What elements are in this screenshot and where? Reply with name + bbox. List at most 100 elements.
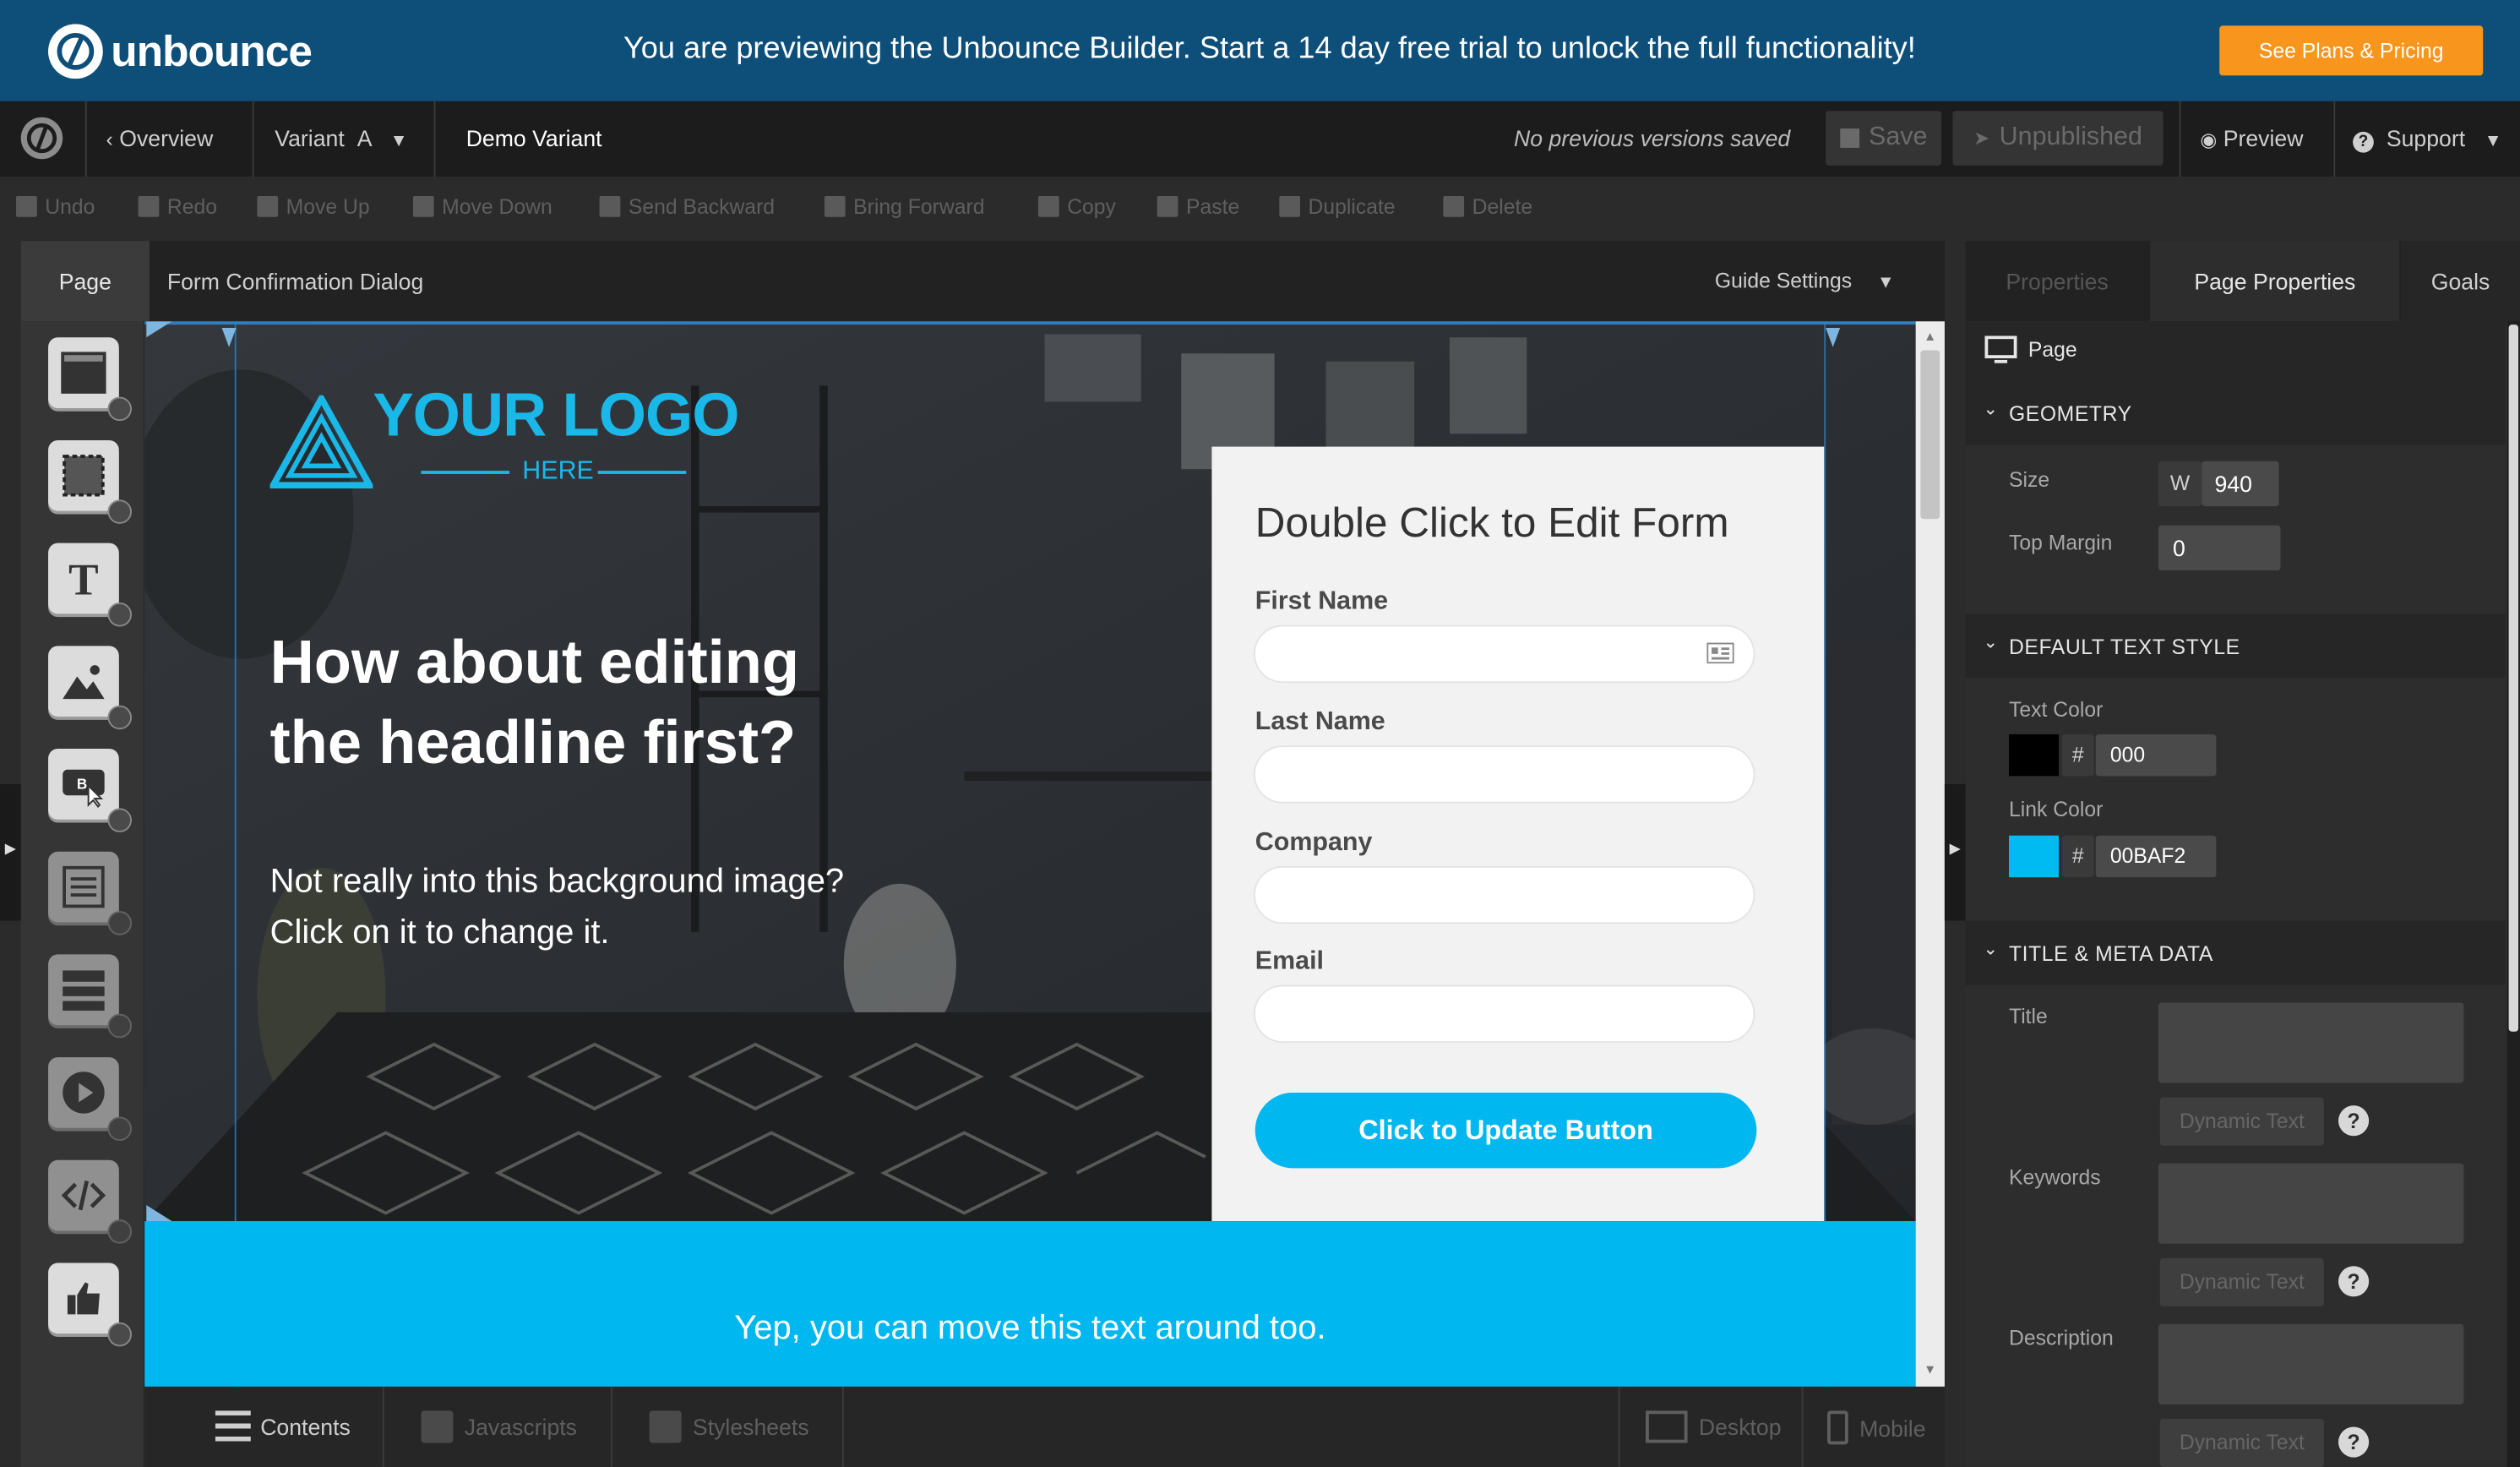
see-plans-button[interactable]: See Plans & Pricing xyxy=(2219,25,2484,76)
delete-button[interactable]: Delete xyxy=(1443,194,1532,219)
home-button[interactable] xyxy=(0,101,85,177)
redo-button[interactable]: Redo xyxy=(138,194,217,219)
right-panel-toggle[interactable]: ▶ xyxy=(1944,783,1966,921)
image-tool[interactable] xyxy=(48,646,132,730)
duplicate-button[interactable]: Duplicate xyxy=(1279,194,1396,219)
move-down-button[interactable]: Move Down xyxy=(412,194,552,219)
headline[interactable]: How about editing the headline first? xyxy=(270,624,945,784)
subheadline[interactable]: Not really into this background image? C… xyxy=(270,856,849,959)
tab-goals[interactable]: Goals xyxy=(2401,241,2520,322)
caret-down-icon: ▼ xyxy=(389,131,408,151)
help-icon[interactable]: ? xyxy=(2338,1105,2370,1137)
floppy-icon xyxy=(1839,128,1859,148)
preview-button[interactable]: ◉ Preview xyxy=(2200,125,2303,150)
form-tool[interactable] xyxy=(48,851,132,935)
drag-badge-icon xyxy=(107,911,132,935)
text-color-input[interactable]: 000 xyxy=(2095,734,2217,777)
text-color-swatch[interactable] xyxy=(2009,734,2059,777)
button-tool[interactable]: B xyxy=(48,749,132,832)
link-color-swatch[interactable] xyxy=(2009,835,2059,878)
lightbox-tool[interactable] xyxy=(48,954,132,1039)
javascripts-tab[interactable]: Javascripts xyxy=(421,1410,577,1443)
scroll-up-icon[interactable]: ▲ xyxy=(1924,330,1936,344)
top-margin-input[interactable]: 0 xyxy=(2158,525,2281,570)
paper-plane-icon: ➤ xyxy=(1973,127,1990,150)
js-file-icon xyxy=(421,1410,454,1443)
copy-label: Copy xyxy=(1067,194,1116,219)
link-color-label: Link Color xyxy=(2009,797,2104,821)
dynamic-text-button[interactable]: Dynamic Text xyxy=(2159,1097,2324,1146)
mobile-view-button[interactable]: Mobile xyxy=(1827,1410,1926,1445)
help-circle-icon: ? xyxy=(2353,131,2374,153)
breadcrumb[interactable]: Form Confirmation Dialog xyxy=(167,269,423,294)
caret-right-icon: ▶ xyxy=(1949,840,1961,857)
unbounce-logo[interactable]: unbounce xyxy=(48,23,313,80)
move-up-button[interactable]: Move Up xyxy=(257,194,370,219)
help-icon[interactable]: ? xyxy=(2338,1426,2370,1458)
undo-button[interactable]: Undo xyxy=(16,194,95,219)
custom-html-tool[interactable] xyxy=(48,1159,132,1244)
unbounce-mark-icon xyxy=(20,117,63,160)
variant-selector[interactable]: Variant A ▼ xyxy=(275,125,407,150)
first-name-field[interactable] xyxy=(1255,626,1754,682)
lightbox-icon xyxy=(63,970,105,1011)
desktop-view-button[interactable]: Desktop xyxy=(1646,1410,1782,1443)
paste-button[interactable]: Paste xyxy=(1157,194,1239,219)
send-backward-icon xyxy=(599,195,621,217)
social-tool[interactable] xyxy=(48,1262,132,1347)
tab-page-properties[interactable]: Page Properties xyxy=(2150,241,2400,322)
drag-badge-icon xyxy=(107,603,132,627)
stylesheets-tab[interactable]: Stylesheets xyxy=(649,1410,809,1443)
left-panel-toggle[interactable]: ▶ xyxy=(0,783,21,921)
page-width-input[interactable]: 940 xyxy=(2202,461,2279,506)
email-field[interactable] xyxy=(1255,986,1754,1042)
desktop-icon xyxy=(1646,1410,1688,1443)
link-color-input[interactable]: 00BAF2 xyxy=(2095,835,2217,878)
tab-properties[interactable]: Properties xyxy=(1966,241,2149,321)
form-submit-button[interactable]: Click to Update Button xyxy=(1255,1092,1757,1169)
box-tool[interactable] xyxy=(48,439,132,524)
keywords-textarea[interactable] xyxy=(2158,1163,2464,1244)
contents-tab[interactable]: Contents xyxy=(215,1410,351,1443)
move-up-icon xyxy=(257,195,279,217)
send-backward-button[interactable]: Send Backward xyxy=(599,194,776,219)
last-name-field[interactable] xyxy=(1255,747,1754,802)
send-backward-label: Send Backward xyxy=(628,194,776,219)
trash-icon xyxy=(1443,195,1465,217)
drag-badge-icon xyxy=(107,1219,132,1244)
move-up-label: Move Up xyxy=(286,194,370,219)
tab-page[interactable]: Page xyxy=(20,241,150,322)
dynamic-text-button[interactable]: Dynamic Text xyxy=(2159,1257,2324,1306)
panel-scroll-thumb[interactable] xyxy=(2508,324,2519,1032)
svg-text:T: T xyxy=(68,555,99,603)
support-menu[interactable]: ? Support ▼ xyxy=(2353,125,2502,153)
video-tool[interactable] xyxy=(48,1057,132,1141)
text-tool[interactable]: T xyxy=(48,543,132,627)
logo-image[interactable] xyxy=(269,395,373,489)
description-textarea[interactable] xyxy=(2158,1323,2464,1404)
edit-actions-bar xyxy=(0,177,2520,242)
page-title-textarea[interactable] xyxy=(2158,1002,2464,1083)
guide-settings-dropdown[interactable]: Guide Settings ▼ xyxy=(1715,269,1895,293)
strip-text[interactable]: Yep, you can move this text around too. xyxy=(144,1310,1915,1349)
top-margin-label: Top Margin xyxy=(2009,530,2113,554)
hash-prefix: # xyxy=(2061,835,2094,878)
save-button[interactable]: Save xyxy=(1826,111,1942,166)
canvas-scroll-thumb[interactable] xyxy=(1920,350,1940,520)
form-title[interactable]: Double Click to Edit Form xyxy=(1255,498,1729,548)
headline-line: the headline first? xyxy=(269,710,797,778)
help-icon[interactable]: ? xyxy=(2338,1266,2370,1297)
overview-link[interactable]: ‹ Overview xyxy=(106,125,214,150)
dynamic-text-button[interactable]: Dynamic Text xyxy=(2159,1418,2324,1467)
monitor-icon xyxy=(1984,335,2017,364)
section-tool[interactable] xyxy=(48,337,132,422)
copy-button[interactable]: Copy xyxy=(1037,194,1116,219)
company-field[interactable] xyxy=(1255,867,1754,923)
scroll-down-icon[interactable]: ▼ xyxy=(1924,1362,1936,1377)
variant-name[interactable]: Demo Variant xyxy=(466,125,602,150)
bring-forward-button[interactable]: Bring Forward xyxy=(824,194,984,219)
publish-button[interactable]: ➤ Unpublished xyxy=(1952,111,2163,166)
redo-icon xyxy=(138,195,160,217)
content-strip-section[interactable] xyxy=(144,1221,1916,1387)
logo-triangle-icon xyxy=(269,395,373,489)
